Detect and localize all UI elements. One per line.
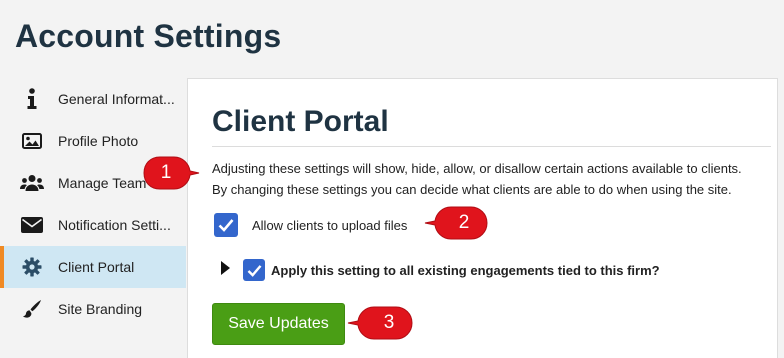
sidebar-item-label: Notification Setti... bbox=[58, 217, 171, 233]
callout-number: 1 bbox=[160, 162, 172, 183]
sidebar-item-label: General Informat... bbox=[58, 91, 175, 107]
sidebar-item-label: Site Branding bbox=[58, 301, 143, 317]
users-icon bbox=[20, 171, 44, 195]
description-line: By changing these settings you can decid… bbox=[212, 182, 732, 197]
divider bbox=[212, 146, 771, 147]
sidebar-item-label: Profile Photo bbox=[58, 133, 139, 149]
allow-upload-checkbox[interactable] bbox=[214, 213, 238, 237]
settings-sidebar: General Informat... Profile Photo Manage… bbox=[0, 78, 186, 358]
callout-marker: 1 bbox=[142, 155, 200, 191]
sidebar-item-site-branding[interactable]: Site Branding bbox=[0, 288, 186, 330]
panel-title: Client Portal bbox=[212, 105, 389, 138]
callout-marker: 3 bbox=[347, 305, 413, 341]
paintbrush-icon bbox=[20, 297, 44, 321]
image-icon bbox=[20, 129, 44, 153]
gear-icon bbox=[20, 255, 44, 279]
callout-marker: 2 bbox=[424, 205, 488, 241]
sidebar-item-label: Client Portal bbox=[58, 259, 135, 275]
sidebar-item-general-information[interactable]: General Informat... bbox=[0, 78, 186, 120]
envelope-icon bbox=[20, 213, 44, 237]
apply-all-label: Apply this setting to all existing engag… bbox=[271, 263, 660, 278]
callout-number: 2 bbox=[458, 212, 470, 233]
check-icon bbox=[247, 264, 261, 277]
description-line: Adjusting these settings will show, hide… bbox=[212, 161, 742, 176]
check-icon bbox=[218, 219, 234, 232]
expand-arrow-icon[interactable] bbox=[221, 261, 230, 275]
save-updates-button[interactable]: Save Updates bbox=[212, 303, 345, 345]
apply-all-checkbox[interactable] bbox=[243, 259, 265, 281]
callout-number: 3 bbox=[383, 312, 395, 333]
page-title: Account Settings bbox=[15, 18, 282, 54]
sidebar-item-notification-settings[interactable]: Notification Setti... bbox=[0, 204, 186, 246]
sidebar-item-client-portal[interactable]: Client Portal bbox=[0, 246, 186, 288]
panel-description: Adjusting these settings will show, hide… bbox=[212, 158, 778, 200]
allow-upload-label: Allow clients to upload files bbox=[252, 218, 408, 233]
info-icon bbox=[20, 87, 44, 111]
